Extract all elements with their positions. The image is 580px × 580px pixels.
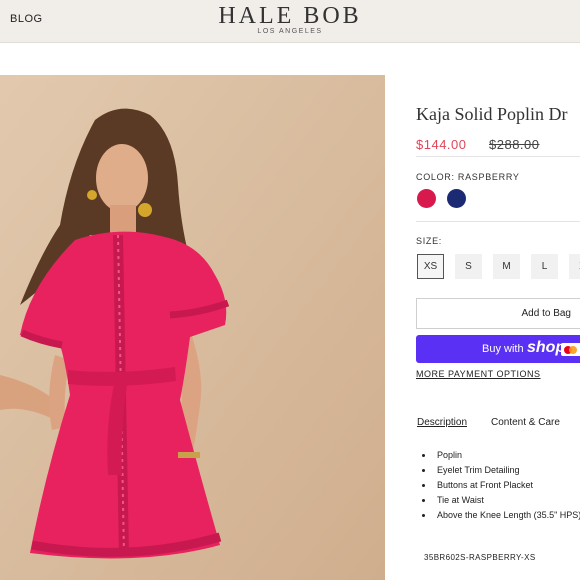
size-option-xl[interactable]: X	[569, 254, 580, 279]
product-info-panel: Kaja Solid Poplin Dr $144.00 $288.00 COL…	[416, 0, 580, 580]
product-title: Kaja Solid Poplin Dr	[416, 104, 568, 124]
tab-description[interactable]: Description	[417, 417, 467, 428]
divider	[416, 221, 580, 222]
model-wearing-dress-image	[0, 75, 385, 580]
color-label: COLOR: RASPBERRY	[416, 172, 520, 182]
tab-content-care[interactable]: Content & Care	[491, 417, 560, 428]
list-item: Poplin	[422, 450, 580, 465]
buy-with-label: Buy with	[482, 343, 524, 355]
color-swatch-navy[interactable]	[447, 189, 466, 208]
list-item: Buttons at Front Placket	[422, 480, 580, 495]
size-option-s[interactable]: S	[455, 254, 482, 279]
list-item: Eyelet Trim Detailing	[422, 465, 580, 480]
size-label: SIZE:	[416, 236, 443, 246]
product-details-list: Poplin Eyelet Trim Detailing Buttons at …	[422, 450, 580, 525]
product-image[interactable]	[0, 75, 385, 580]
shop-pay-logo: shop	[527, 339, 566, 356]
size-option-xs[interactable]: XS	[417, 254, 444, 279]
size-option-l[interactable]: L	[531, 254, 558, 279]
list-item: Tie at Waist	[422, 495, 580, 510]
divider	[416, 156, 580, 157]
original-price: $288.00	[489, 137, 540, 152]
color-swatch-raspberry[interactable]	[417, 189, 436, 208]
shop-pay-button[interactable]: Buy with shop	[416, 335, 580, 363]
add-to-bag-button[interactable]: Add to Bag	[416, 298, 580, 329]
product-sku: 35BR602S-RASPBERRY-XS	[424, 553, 536, 562]
sale-price: $144.00	[416, 137, 467, 152]
mastercard-icon	[561, 343, 580, 356]
size-option-m[interactable]: M	[493, 254, 520, 279]
more-payment-options-link[interactable]: MORE PAYMENT OPTIONS	[416, 369, 541, 379]
list-item: Above the Knee Length (35.5" HPS)	[422, 510, 580, 525]
